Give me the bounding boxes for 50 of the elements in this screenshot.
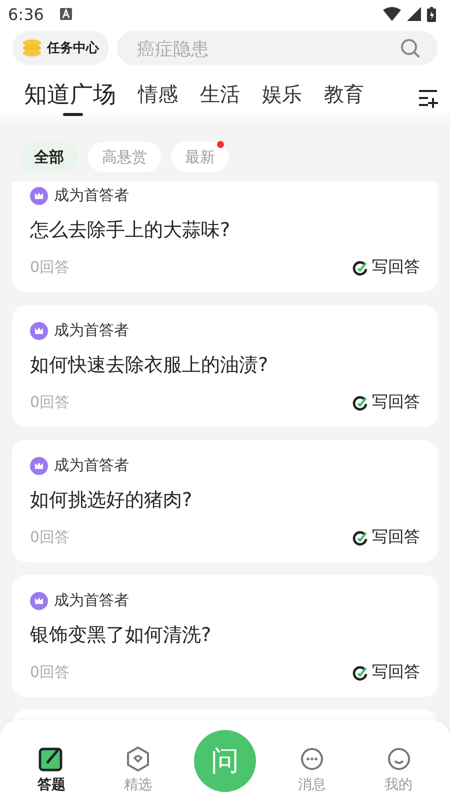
- pen-check-icon: [352, 530, 368, 546]
- write-answer-button[interactable]: 写回答: [352, 257, 420, 278]
- search-bar[interactable]: 癌症隐患: [117, 31, 438, 65]
- question-title: 怎么去除手上的大蒜味?: [30, 218, 232, 243]
- write-answer-button[interactable]: 写回答: [352, 527, 420, 548]
- question-title: 银饰变黑了如何清洗?: [30, 623, 212, 648]
- search-input[interactable]: 癌症隐患: [135, 35, 400, 61]
- first-answer-label: 成为首答者: [54, 321, 129, 340]
- first-answer-label: 成为首答者: [54, 456, 129, 475]
- signal-icon: [407, 7, 421, 21]
- answer-count: 0回答: [30, 393, 70, 412]
- answer-count: 0回答: [30, 258, 70, 277]
- question-card[interactable]: 成为首答者 如何快速去除衣服上的油渍? 0回答 写回答: [12, 305, 438, 427]
- pen-check-icon: [352, 394, 368, 410]
- coins-icon: [22, 38, 42, 58]
- crown-icon: [30, 592, 48, 610]
- question-card[interactable]: 成为首答者 如何挑选好的猪肉? 0回答 写回答: [12, 440, 438, 562]
- question-title: 如何挑选好的猪肉?: [30, 488, 194, 513]
- pen-check-icon: [352, 664, 368, 680]
- edit-icon: [38, 746, 64, 772]
- status-time: 6:36: [8, 4, 44, 24]
- task-center-button[interactable]: 任务中心: [12, 31, 109, 65]
- crown-icon: [30, 322, 48, 340]
- write-answer-button[interactable]: 写回答: [352, 392, 420, 413]
- category-tab[interactable]: 生活: [200, 81, 240, 114]
- pen-check-icon: [352, 260, 368, 276]
- crown-icon: [30, 456, 48, 474]
- search-icon: [400, 38, 420, 58]
- category-tab[interactable]: 情感: [138, 81, 178, 114]
- crown-icon: [30, 186, 48, 204]
- category-tab[interactable]: 知道广场: [24, 79, 116, 116]
- hexagon-icon: [125, 746, 152, 772]
- answer-count: 0回答: [30, 663, 70, 682]
- write-answer-button[interactable]: 写回答: [352, 662, 420, 683]
- first-answer-label: 成为首答者: [54, 591, 129, 610]
- category-tab[interactable]: 娱乐: [262, 81, 302, 114]
- notification-icon: [60, 8, 72, 20]
- add-category-icon: [418, 88, 440, 108]
- first-answer-label: 成为首答者: [54, 186, 129, 205]
- question-card[interactable]: 成为首答者 怎么去除手上的大蒜味? 0回答 写回答: [12, 182, 438, 292]
- question-card[interactable]: 成为首答者 银饰变黑了如何清洗? 0回答 写回答: [12, 575, 438, 697]
- answer-count: 0回答: [30, 528, 70, 547]
- battery-icon: [427, 6, 436, 22]
- wifi-icon: [383, 7, 401, 21]
- nav-tab[interactable]: 答题: [21, 746, 82, 794]
- question-title: 如何快速去除衣服上的油渍?: [30, 353, 270, 378]
- chat-icon: [298, 746, 325, 772]
- smile-icon: [386, 746, 412, 772]
- category-tab[interactable]: 教育: [324, 81, 364, 114]
- filter-chip[interactable]: 全部: [20, 142, 78, 172]
